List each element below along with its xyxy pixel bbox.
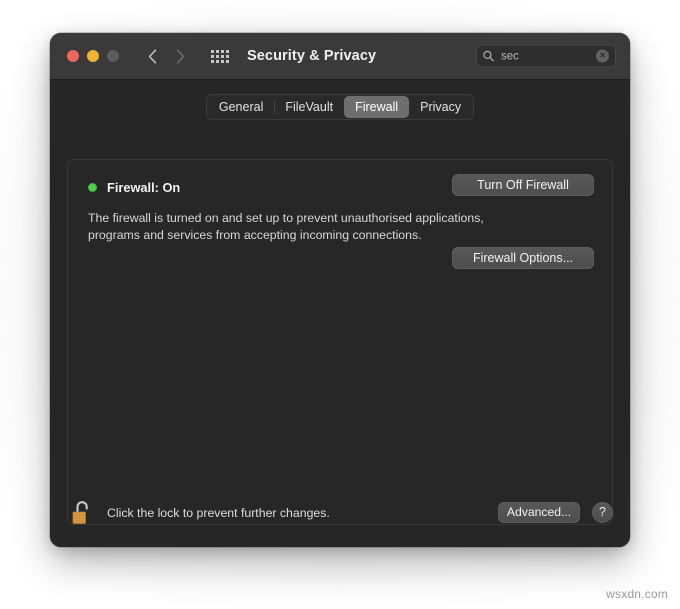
firewall-description: The firewall is turned on and set up to … <box>88 211 484 242</box>
advanced-button[interactable]: Advanced... <box>498 502 580 523</box>
search-field[interactable]: sec × <box>476 44 616 68</box>
status-indicator-dot <box>88 183 97 192</box>
firewall-content-panel: Firewall: On Turn Off Firewall The firew… <box>67 159 613 525</box>
firewall-options-button[interactable]: Firewall Options... <box>452 247 594 269</box>
system-preferences-window: Security & Privacy sec × General FileVau… <box>50 33 630 547</box>
firewall-status-label: Firewall: On <box>107 180 181 195</box>
window-titlebar: Security & Privacy sec × <box>50 33 630 80</box>
maximize-window-button[interactable] <box>107 50 119 62</box>
tab-general[interactable]: General <box>208 96 274 118</box>
watermark: wsxdn.com <box>606 587 668 601</box>
tab-privacy[interactable]: Privacy <box>409 96 472 118</box>
chevron-right-icon[interactable] <box>171 46 189 66</box>
clear-search-icon[interactable]: × <box>596 49 609 63</box>
tab-bar: General FileVault Firewall Privacy <box>50 94 630 120</box>
tab-group: General FileVault Firewall Privacy <box>205 94 475 120</box>
tab-filevault[interactable]: FileVault <box>274 96 344 118</box>
help-button[interactable]: ? <box>592 502 613 523</box>
page-title: Security & Privacy <box>247 48 377 64</box>
lock-message: Click the lock to prevent further change… <box>107 505 330 520</box>
traffic-light-controls <box>67 50 119 62</box>
search-icon <box>483 50 494 62</box>
window-body: General FileVault Firewall Privacy Firew… <box>50 80 630 547</box>
show-all-grid-icon[interactable] <box>211 49 229 63</box>
minimize-window-button[interactable] <box>87 50 99 62</box>
turn-off-firewall-button[interactable]: Turn Off Firewall <box>452 174 594 196</box>
firewall-status-row: Firewall: On <box>88 180 180 195</box>
window-footer: Click the lock to prevent further change… <box>50 478 630 547</box>
search-input[interactable]: sec <box>501 50 596 62</box>
close-window-button[interactable] <box>67 50 79 62</box>
tab-firewall[interactable]: Firewall <box>344 96 410 118</box>
chevron-left-icon[interactable] <box>143 46 161 66</box>
padlock-open-icon[interactable] <box>71 499 93 527</box>
navigation-arrows <box>143 46 189 66</box>
